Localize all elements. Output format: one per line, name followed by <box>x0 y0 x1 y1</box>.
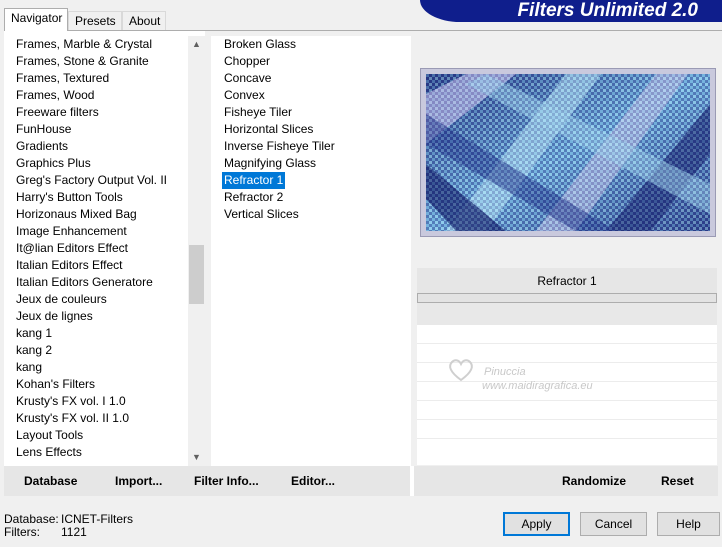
filter-item[interactable]: Convex <box>222 87 267 104</box>
filter-item[interactable]: Horizontal Slices <box>222 121 315 138</box>
watermark-url: www.maidiragrafica.eu <box>482 380 593 392</box>
filter-item[interactable]: Magnifying Glass <box>222 155 318 172</box>
parameter-slider[interactable] <box>417 293 717 303</box>
category-item[interactable]: Jeux de couleurs <box>16 291 107 308</box>
category-item[interactable]: Italian Editors Effect <box>16 257 123 274</box>
filter-item[interactable]: Refractor 1 <box>222 172 286 189</box>
apply-button[interactable]: Apply <box>503 512 570 536</box>
filter-items: Broken Glass Chopper Concave Convex Fisheye … <box>211 36 411 466</box>
category-list[interactable]: Frames, Marble & Crystal Frames, Stone & … <box>4 31 205 466</box>
category-item[interactable]: Harry's Button Tools <box>16 189 123 206</box>
category-item[interactable]: Kohan's Filters <box>16 376 95 393</box>
category-item[interactable]: It@lian Editors Effect <box>16 240 128 257</box>
action-bar: Database Import... Filter Info... Editor… <box>4 466 718 496</box>
category-item[interactable]: Horizonaus Mixed Bag <box>16 206 137 223</box>
editor-button[interactable]: Editor... <box>291 466 335 496</box>
parameter-row-divider <box>417 343 717 344</box>
status-database-label: Database: <box>4 512 59 526</box>
filter-item[interactable]: Fisheye Tiler <box>222 104 294 121</box>
filter-item[interactable]: Broken Glass <box>222 36 298 53</box>
category-item[interactable]: Layout Tools <box>16 427 83 444</box>
category-item[interactable]: Krusty's FX vol. I 1.0 <box>16 393 126 410</box>
randomize-button[interactable]: Randomize <box>562 466 626 496</box>
status-database: Database: ICNET-Filters <box>4 512 133 526</box>
category-item[interactable]: kang 1 <box>16 325 52 342</box>
category-item[interactable]: Graphics Plus <box>16 155 91 172</box>
category-item[interactable]: Frames, Textured <box>16 70 109 87</box>
status-filters-value: 1121 <box>61 525 87 539</box>
scroll-thumb[interactable] <box>189 245 204 304</box>
category-scrollbar[interactable]: ▲ ▼ <box>188 36 205 466</box>
filter-item[interactable]: Inverse Fisheye Tiler <box>222 138 337 155</box>
cancel-button[interactable]: Cancel <box>580 512 647 536</box>
scroll-up-icon[interactable]: ▲ <box>188 36 205 53</box>
category-item[interactable]: Frames, Stone & Granite <box>16 53 149 70</box>
parameter-row-divider <box>417 419 717 420</box>
filter-item[interactable]: Refractor 2 <box>222 189 285 206</box>
app-banner: Filters Unlimited 2.0 <box>420 0 722 22</box>
status-database-value: ICNET-Filters <box>61 512 133 526</box>
category-item[interactable]: Greg's Factory Output Vol. II <box>16 172 167 189</box>
scroll-down-icon[interactable]: ▼ <box>188 449 205 466</box>
watermark-logo-icon <box>449 359 473 382</box>
help-button[interactable]: Help <box>657 512 720 536</box>
database-button[interactable]: Database <box>24 466 77 496</box>
status-filters: Filters: 1121 <box>4 525 87 539</box>
category-item[interactable]: kang 2 <box>16 342 52 359</box>
filter-list[interactable]: Broken Glass Chopper Concave Convex Fisheye … <box>211 36 411 466</box>
category-item[interactable]: Frames, Wood <box>16 87 94 104</box>
category-item[interactable]: Frames, Marble & Crystal <box>16 36 152 53</box>
reset-button[interactable]: Reset <box>661 466 694 496</box>
category-item[interactable]: Image Enhancement <box>16 223 127 240</box>
parameter-row-divider <box>417 400 717 401</box>
preview-frame <box>420 68 716 237</box>
tab-about[interactable]: About <box>122 11 166 30</box>
parameter-list <box>417 325 717 465</box>
tab-navigator[interactable]: Navigator <box>4 8 68 31</box>
parameter-area <box>417 303 717 325</box>
status-filters-label: Filters: <box>4 525 40 539</box>
category-item[interactable]: Freeware filters <box>16 104 99 121</box>
category-items: Frames, Marble & Crystal Frames, Stone & … <box>16 36 188 466</box>
filter-item[interactable]: Vertical Slices <box>222 206 301 223</box>
filter-item[interactable]: Concave <box>222 70 273 87</box>
category-item[interactable]: Gradients <box>16 138 68 155</box>
import-button[interactable]: Import... <box>115 466 162 496</box>
action-bar-divider <box>410 466 414 496</box>
category-item[interactable]: FunHouse <box>16 121 71 138</box>
selected-filter-title: Refractor 1 <box>417 268 717 294</box>
watermark-name: Pinuccia <box>484 366 526 378</box>
filter-item[interactable]: Chopper <box>222 53 272 70</box>
category-item[interactable]: Jeux de lignes <box>16 308 93 325</box>
tab-presets[interactable]: Presets <box>68 11 122 30</box>
parameter-row-divider <box>417 438 717 439</box>
category-item[interactable]: kang <box>16 359 42 376</box>
category-item[interactable]: Lens Effects <box>16 444 82 461</box>
category-item[interactable]: Krusty's FX vol. II 1.0 <box>16 410 129 427</box>
filter-info-button[interactable]: Filter Info... <box>194 466 259 496</box>
category-item[interactable]: Italian Editors Generatore <box>16 274 153 291</box>
preview-image <box>426 74 710 231</box>
